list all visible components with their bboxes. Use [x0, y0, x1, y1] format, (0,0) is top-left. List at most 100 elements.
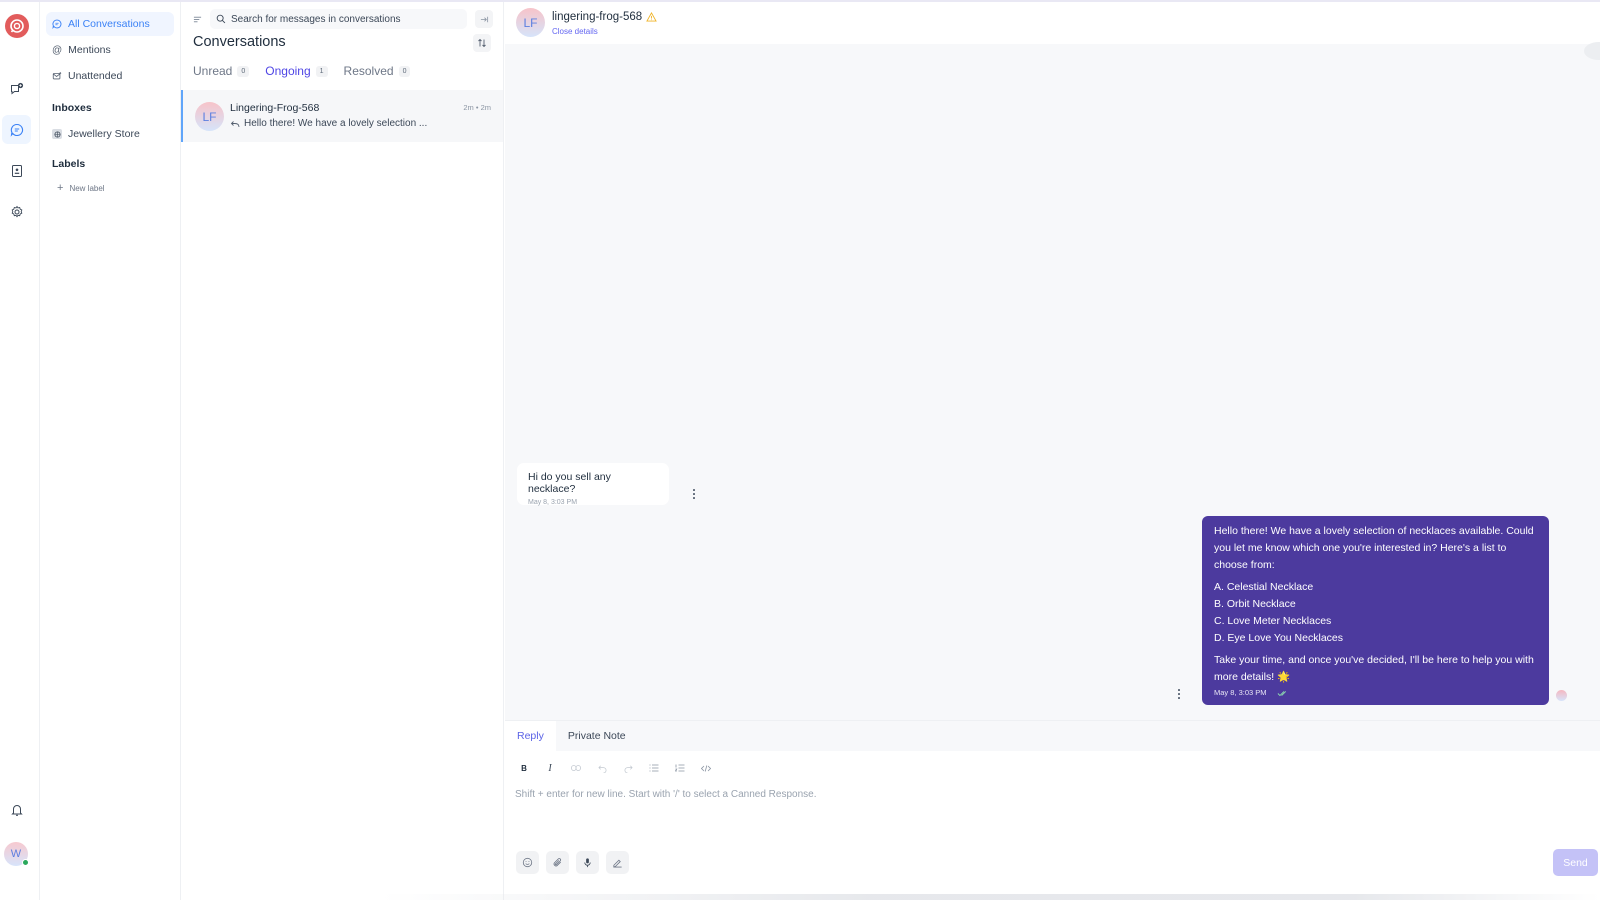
arrow-to-right-icon — [480, 16, 488, 22]
tab-count: 0 — [398, 65, 411, 77]
contact-avatar[interactable]: LF — [516, 8, 545, 37]
secondary-sidebar: All Conversations @ Mentions Unattended … — [40, 2, 181, 900]
chat-bubble-icon — [52, 19, 62, 29]
reply-input[interactable] — [515, 789, 1515, 800]
microphone-icon — [584, 858, 591, 868]
attachment-button[interactable] — [546, 851, 569, 874]
conversation-list-item[interactable]: LF Lingering-Frog-568 2m • 2m Hello ther… — [181, 90, 503, 142]
redo-icon — [624, 765, 633, 773]
sidebar-item-jewellery-store[interactable]: Jewellery Store — [46, 122, 174, 146]
tab-reply[interactable]: Reply — [505, 721, 556, 751]
sidebar-item-unattended[interactable]: Unattended — [46, 64, 174, 88]
sidebar-item-all-conversations[interactable]: All Conversations — [46, 12, 174, 36]
bell-icon — [10, 804, 23, 816]
reply-mode-tabs: Reply Private Note — [505, 721, 1600, 751]
contact-avatar: LF — [195, 102, 224, 131]
message-options-button[interactable] — [1176, 689, 1182, 699]
sidebar-item-label: Unattended — [68, 70, 123, 82]
sender-avatar — [1556, 690, 1567, 701]
tab-resolved[interactable]: Resolved 0 — [344, 64, 411, 78]
collapse-panel-button[interactable] — [475, 10, 493, 28]
details-panel-toggle[interactable] — [1584, 42, 1600, 60]
microphone-button[interactable] — [576, 851, 599, 874]
emoji-button[interactable] — [516, 851, 539, 874]
globe-icon — [52, 129, 62, 139]
close-details-link[interactable]: Close details — [552, 27, 598, 36]
notifications-button[interactable] — [2, 795, 31, 824]
primary-nav-rail: W — [0, 2, 40, 900]
chat-panel: LF lingering-frog-568 Close details Hi d… — [505, 2, 1600, 900]
message-options-button[interactable] — [691, 489, 697, 499]
code-button[interactable] — [699, 761, 713, 775]
reply-box: Reply Private Note B I Shift + enter for… — [505, 720, 1600, 900]
message-option: A. Celestial Necklace — [1214, 581, 1314, 593]
italic-button[interactable]: I — [543, 761, 557, 775]
message-option: D. Eye Love You Necklaces — [1214, 632, 1343, 644]
send-button[interactable]: Send — [1553, 849, 1598, 876]
search-icon — [216, 14, 226, 24]
numbered-list-button[interactable] — [673, 761, 687, 775]
contact-name: lingering-frog-568 — [552, 11, 643, 23]
conversations-title: Conversations — [193, 34, 286, 50]
message-time: May 8, 3:03 PM — [1214, 688, 1267, 697]
user-avatar[interactable]: W — [4, 842, 29, 866]
avatar-initials: LF — [523, 15, 538, 30]
mail-icon — [52, 72, 62, 80]
outgoing-message: Hello there! We have a lovely selection … — [1202, 516, 1549, 705]
message-outro: Take your time, and once you've decided,… — [1214, 654, 1534, 683]
search-input-wrapper[interactable]: Search for messages in conversations — [210, 9, 467, 29]
tab-count: 1 — [315, 65, 328, 77]
sidebar-item-mentions[interactable]: @ Mentions — [46, 38, 174, 62]
message-intro: Hello there! We have a lovely selection … — [1214, 525, 1534, 571]
sort-button[interactable] — [473, 34, 491, 52]
emoji-icon — [522, 857, 533, 868]
conversation-contact-name: Lingering-Frog-568 — [230, 102, 320, 114]
search-row: Search for messages in conversations — [193, 9, 493, 29]
bullet-list-button[interactable] — [647, 761, 661, 775]
message-text: Hi do you sell any necklace? — [528, 471, 611, 495]
code-icon — [701, 764, 711, 772]
new-conversation-button[interactable] — [2, 74, 31, 103]
conversation-preview: Hello there! We have a lovely selection … — [230, 118, 427, 129]
incoming-message: Hi do you sell any necklace? May 8, 3:03… — [517, 463, 669, 506]
plus-icon: + — [57, 182, 64, 194]
undo-button[interactable] — [595, 761, 609, 775]
chat-header: LF lingering-frog-568 Close details — [505, 2, 1600, 60]
message-option: C. Love Meter Necklaces — [1214, 615, 1332, 627]
search-placeholder: Search for messages in conversations — [231, 13, 401, 25]
tab-count: 0 — [237, 65, 250, 77]
tab-private-note[interactable]: Private Note — [556, 721, 638, 751]
link-icon — [571, 765, 581, 771]
online-status-dot — [22, 859, 29, 866]
signature-icon — [613, 859, 622, 868]
bold-button[interactable]: B — [517, 761, 531, 775]
formatting-toolbar: B I — [517, 761, 713, 775]
redo-button[interactable] — [621, 761, 635, 775]
contact-name-row: lingering-frog-568 — [552, 11, 657, 23]
bullet-list-icon — [649, 764, 659, 772]
at-icon: @ — [52, 44, 63, 56]
menu-icon[interactable] — [193, 15, 202, 24]
conversations-nav-button[interactable] — [2, 115, 31, 144]
bottom-shadow — [380, 894, 1600, 900]
new-label-text: New label — [69, 183, 105, 193]
tab-ongoing[interactable]: Ongoing 1 — [265, 64, 328, 78]
message-option-list: A. Celestial Necklace B. Orbit Necklace … — [1214, 579, 1537, 647]
sidebar-item-label: All Conversations — [68, 18, 150, 30]
conversation-list-panel: Search for messages in conversations Con… — [181, 2, 504, 900]
conversation-status-tabs: Unread 0 Ongoing 1 Resolved 0 — [193, 64, 411, 78]
link-button[interactable] — [569, 761, 583, 775]
avatar-initials: LF — [202, 109, 217, 124]
sort-icon — [478, 38, 486, 48]
new-label-button[interactable]: + New label — [57, 182, 105, 194]
chat-plus-icon — [10, 82, 23, 95]
signature-button[interactable] — [606, 851, 629, 874]
contact-book-icon — [11, 164, 22, 177]
warning-icon — [646, 12, 657, 22]
settings-nav-button[interactable] — [2, 197, 31, 226]
sidebar-item-label: Jewellery Store — [68, 128, 140, 140]
tab-unread[interactable]: Unread 0 — [193, 64, 250, 78]
contacts-nav-button[interactable] — [2, 156, 31, 185]
message-time: May 8, 3:03 PM — [528, 499, 578, 506]
app-logo[interactable] — [5, 14, 29, 38]
